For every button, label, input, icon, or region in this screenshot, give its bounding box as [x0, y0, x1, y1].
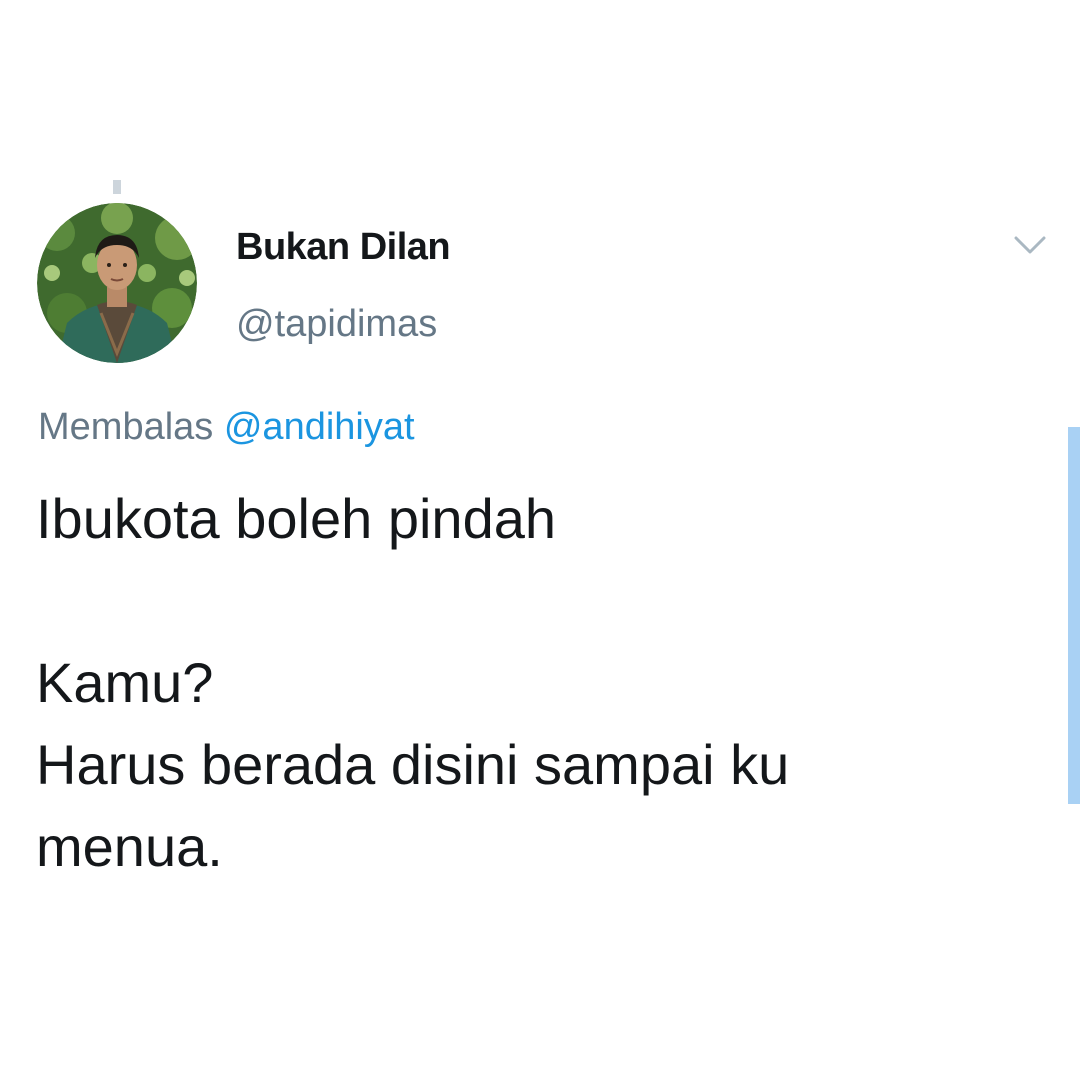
- scrollbar-thumb[interactable]: [1068, 427, 1080, 804]
- tweet-text: Ibukota boleh pindah Kamu? Harus berada …: [36, 478, 996, 888]
- avatar[interactable]: [37, 203, 197, 363]
- tweet-line: menua.: [36, 815, 223, 878]
- tweet-line: Kamu?: [36, 651, 214, 714]
- tweet-paragraph-gap: [36, 560, 996, 642]
- avatar-photo: [37, 203, 197, 363]
- reply-prefix: Membalas: [38, 406, 214, 448]
- reply-context: Membalas @andihiyat: [38, 406, 415, 449]
- thread-connector-line: [113, 180, 121, 194]
- author-display-name[interactable]: Bukan Dilan: [236, 226, 451, 269]
- tweet-line: Ibukota boleh pindah: [36, 487, 556, 550]
- reply-mention-link[interactable]: @andihiyat: [224, 406, 415, 448]
- chevron-down-icon[interactable]: [1008, 228, 1052, 264]
- author-handle[interactable]: @tapidimas: [236, 303, 437, 346]
- tweet-line: Harus berada disini sampai ku: [36, 733, 790, 796]
